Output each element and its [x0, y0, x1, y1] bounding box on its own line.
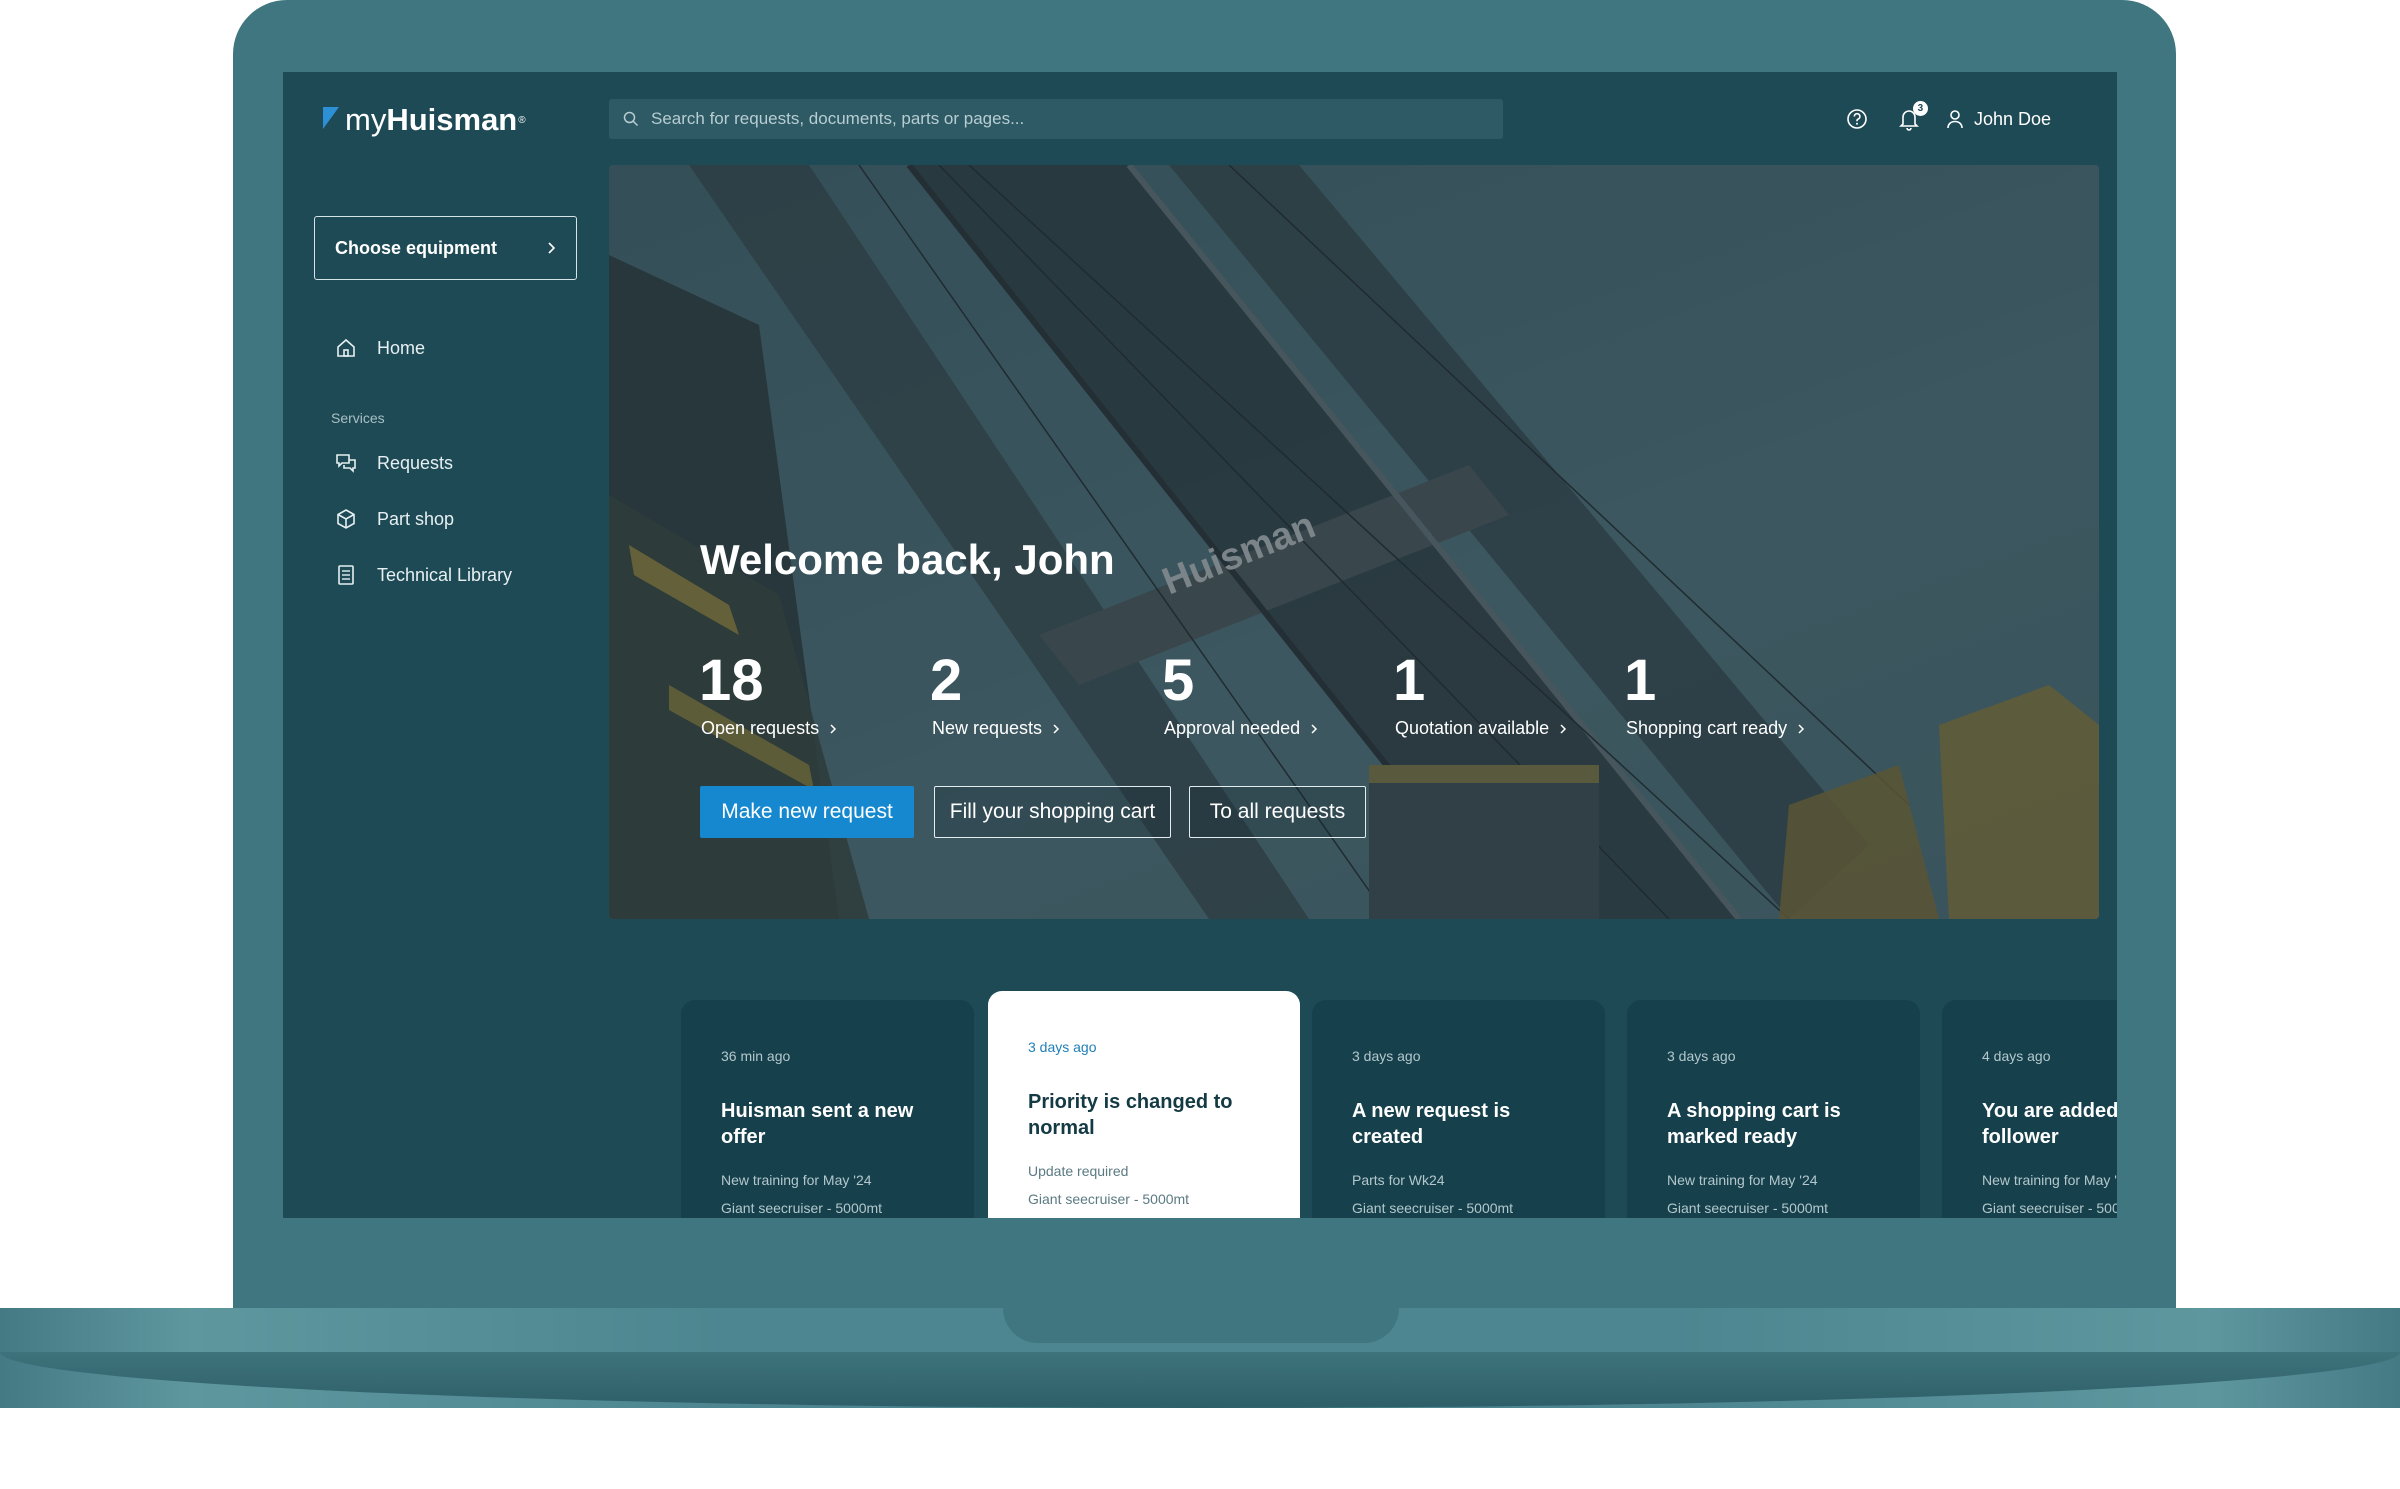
card-equipment: Giant seecruiser - 5000mt [721, 1200, 883, 1216]
chevron-right-icon [1559, 723, 1567, 735]
card-time: 3 days ago [1352, 1048, 1421, 1064]
sidebar-item-part-shop[interactable]: Part shop [335, 508, 454, 530]
stat-value: 1 [1393, 648, 1426, 713]
choose-equipment-button[interactable]: Choose equipment [314, 216, 577, 280]
book-icon [335, 564, 357, 586]
user-menu[interactable]: John Doe [1946, 109, 2051, 130]
card-title: A new request is created [1352, 1100, 1511, 1148]
card-title: A shopping cart is marked ready [1667, 1100, 1841, 1148]
card-equipment: Giant seecruiser - 5000mt [1028, 1191, 1190, 1207]
stat-label: Open requests [701, 718, 820, 738]
stat-open-requests[interactable]: 18 Open requests [681, 652, 837, 739]
app-screen: my Huisman ® Search for requests, document… [283, 72, 2117, 1218]
card-time: 3 days ago [1667, 1048, 1736, 1064]
stat-label: Quotation available [1395, 718, 1550, 738]
sidebar-item-label: Home [377, 337, 426, 358]
card-subtitle: New training for May '24 [1982, 1172, 2117, 1188]
sidebar-section-services: Services [331, 410, 385, 426]
logo-registered: ® [518, 114, 526, 126]
logo-mark-icon [323, 107, 339, 129]
activity-card-active[interactable]: 3 days ago Priority is changed to normal… [988, 991, 1300, 1218]
package-icon [335, 508, 357, 530]
card-title: You are added as follower [1982, 1100, 2117, 1148]
home-icon [335, 337, 357, 359]
notifications-bell-icon[interactable]: 3 [1898, 101, 1928, 131]
chevron-right-icon [829, 723, 837, 735]
sidebar-item-home[interactable]: Home [335, 337, 425, 359]
sidebar-item-requests[interactable]: Requests [335, 452, 453, 474]
user-name: John Doe [1973, 108, 2051, 129]
welcome-title: Welcome back, John [700, 536, 1115, 583]
choose-equipment-label: Choose equipment [335, 237, 498, 258]
stat-label: Approval needed [1164, 718, 1301, 738]
stat-value: 5 [1162, 648, 1195, 713]
stat-new-requests[interactable]: 2 New requests [912, 652, 1060, 739]
header-actions: 3 John Doe [1816, 101, 2051, 136]
to-all-requests-button[interactable]: To all requests [1189, 786, 1366, 838]
card-equipment: Giant seecruiser - 5000mt [1352, 1200, 1514, 1216]
search-placeholder: Search for requests, documents, parts or… [651, 109, 1025, 128]
make-new-request-button[interactable]: Make new request [700, 786, 914, 838]
notification-badge: 3 [1912, 101, 1928, 116]
fill-shopping-cart-button[interactable]: Fill your shopping cart [934, 786, 1171, 838]
sidebar-item-label: Part shop [377, 508, 455, 529]
stat-value: 18 [699, 648, 764, 713]
card-time: 36 min ago [721, 1048, 791, 1064]
card-subtitle: New training for May '24 [721, 1172, 872, 1188]
stat-value: 2 [930, 648, 963, 713]
card-time: 3 days ago [1028, 1039, 1097, 1055]
card-title: Huisman sent a new offer [721, 1100, 914, 1148]
sidebar-item-label: Requests [377, 452, 454, 473]
logo-prefix: my [345, 102, 387, 137]
card-time: 4 days ago [1982, 1048, 2051, 1064]
app-logo[interactable]: my Huisman ® [323, 102, 526, 138]
stat-label: New requests [932, 718, 1043, 738]
sidebar-item-label: Technical Library [377, 564, 513, 585]
chevron-right-icon [1052, 723, 1060, 735]
activity-card[interactable]: 3 days ago A shopping cart is marked rea… [1627, 1000, 1920, 1218]
chevron-right-icon [1310, 723, 1318, 735]
hero-banner: Huisman Welcome back, John 18 Open reque… [609, 165, 2099, 919]
logo-brand: Huisman [386, 102, 518, 137]
card-subtitle: New training for May '24 [1667, 1172, 1818, 1188]
search-icon [623, 111, 639, 127]
activity-card[interactable]: 36 min ago Huisman sent a new offer New … [681, 1000, 974, 1218]
chevron-right-icon [1797, 723, 1805, 735]
card-subtitle: Update required [1028, 1163, 1129, 1179]
help-icon[interactable] [1846, 108, 1868, 130]
sidebar-item-technical-library[interactable]: Technical Library [335, 564, 512, 586]
stat-shopping-cart-ready[interactable]: 1 Shopping cart ready [1606, 652, 1805, 739]
stat-approval-needed[interactable]: 5 Approval needed [1144, 652, 1318, 739]
card-equipment: Giant seecruiser - 5000mt [1982, 1200, 2117, 1216]
stat-value: 1 [1624, 648, 1657, 713]
activity-card[interactable]: 3 days ago A new request is created Part… [1312, 1000, 1605, 1218]
chat-icon [335, 452, 357, 474]
stat-label: Shopping cart ready [1626, 718, 1788, 738]
card-equipment: Giant seecruiser - 5000mt [1667, 1200, 1829, 1216]
card-title: Priority is changed to normal [1028, 1091, 1233, 1139]
stat-quotation-available[interactable]: 1 Quotation available [1375, 652, 1567, 739]
user-icon [1947, 110, 1963, 129]
chevron-right-icon [548, 242, 556, 254]
activity-card[interactable]: 4 days ago You are added as follower New… [1942, 1000, 2117, 1218]
card-subtitle: Parts for Wk24 [1352, 1172, 1445, 1188]
search-input[interactable]: Search for requests, documents, parts or… [609, 99, 1503, 139]
laptop-notch [1003, 1308, 1399, 1343]
